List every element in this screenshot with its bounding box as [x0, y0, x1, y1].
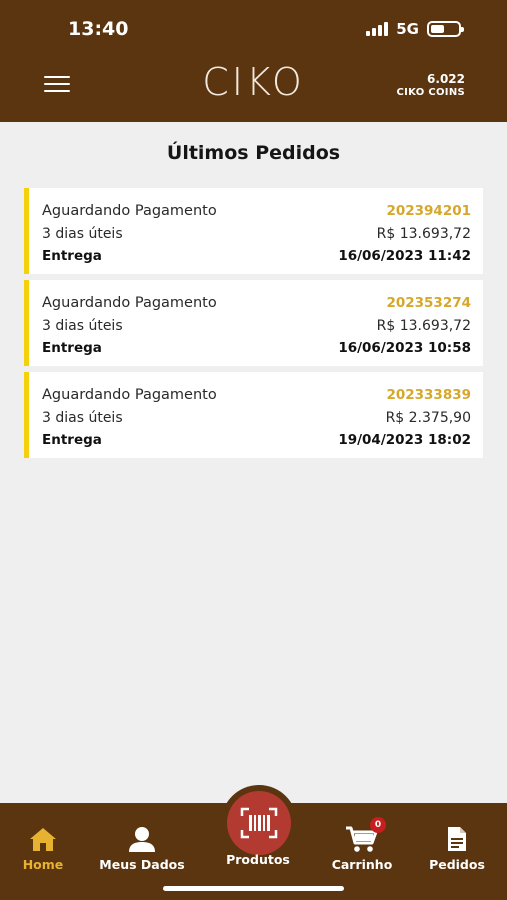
- home-indicator: [163, 886, 344, 891]
- nav-home-label: Home: [22, 857, 64, 872]
- order-date: 16/06/2023 11:42: [338, 248, 471, 265]
- order-code: 202333839: [386, 387, 471, 404]
- home-icon: [30, 828, 56, 851]
- battery-icon: [427, 21, 464, 37]
- orders-document-icon: [448, 827, 466, 851]
- nav-home[interactable]: Home: [0, 825, 93, 872]
- nav-orders[interactable]: Pedidos: [407, 825, 507, 872]
- coins-label: CIKO COINS: [396, 87, 465, 98]
- order-term: 3 dias úteis: [42, 409, 123, 426]
- page-title: Últimos Pedidos: [166, 142, 341, 164]
- signal-icon: [366, 22, 389, 36]
- order-term: 3 dias úteis: [42, 225, 123, 242]
- nav-cart[interactable]: 0 Carrinho: [312, 817, 412, 872]
- order-card[interactable]: Aguardando Pagamento 202353274 3 dias út…: [24, 280, 483, 366]
- order-date: 19/04/2023 18:02: [338, 432, 471, 449]
- app-header: 13:40 5G CIKO 6.022 CIKO COINS: [0, 0, 507, 122]
- nav-products-label: Produtos: [226, 852, 290, 867]
- order-code: 202394201: [386, 203, 471, 220]
- order-status: Aguardando Pagamento: [42, 295, 217, 312]
- barcode-scan-icon: [240, 807, 278, 839]
- order-price: R$ 13.693,72: [376, 317, 471, 334]
- order-price: R$ 2.375,90: [385, 409, 471, 426]
- coins-amount: 6.022: [427, 72, 465, 86]
- products-scan-button[interactable]: [221, 785, 297, 861]
- order-code: 202353274: [386, 295, 471, 312]
- nav-cart-label: Carrinho: [331, 857, 393, 872]
- status-time: 13:40: [68, 18, 129, 40]
- nav-my-data[interactable]: Meus Dados: [92, 825, 192, 872]
- order-card[interactable]: Aguardando Pagamento 202333839 3 dias út…: [24, 372, 483, 458]
- order-status: Aguardando Pagamento: [42, 387, 217, 404]
- nav-orders-label: Pedidos: [429, 857, 485, 872]
- order-type: Entrega: [42, 340, 102, 357]
- status-indicators: 5G: [366, 20, 464, 38]
- order-type: Entrega: [42, 248, 102, 265]
- coins-balance[interactable]: 6.022 CIKO COINS: [397, 73, 465, 99]
- orders-list: Aguardando Pagamento 202394201 3 dias út…: [24, 188, 483, 464]
- order-status: Aguardando Pagamento: [42, 203, 217, 220]
- nav-my-data-label: Meus Dados: [99, 857, 185, 872]
- order-term: 3 dias úteis: [42, 317, 123, 334]
- order-date: 16/06/2023 10:58: [338, 340, 471, 357]
- cart-count-badge: 0: [370, 817, 386, 833]
- order-price: R$ 13.693,72: [376, 225, 471, 242]
- order-type: Entrega: [42, 432, 102, 449]
- network-type: 5G: [396, 20, 419, 38]
- user-icon: [129, 827, 155, 852]
- order-card[interactable]: Aguardando Pagamento 202394201 3 dias út…: [24, 188, 483, 274]
